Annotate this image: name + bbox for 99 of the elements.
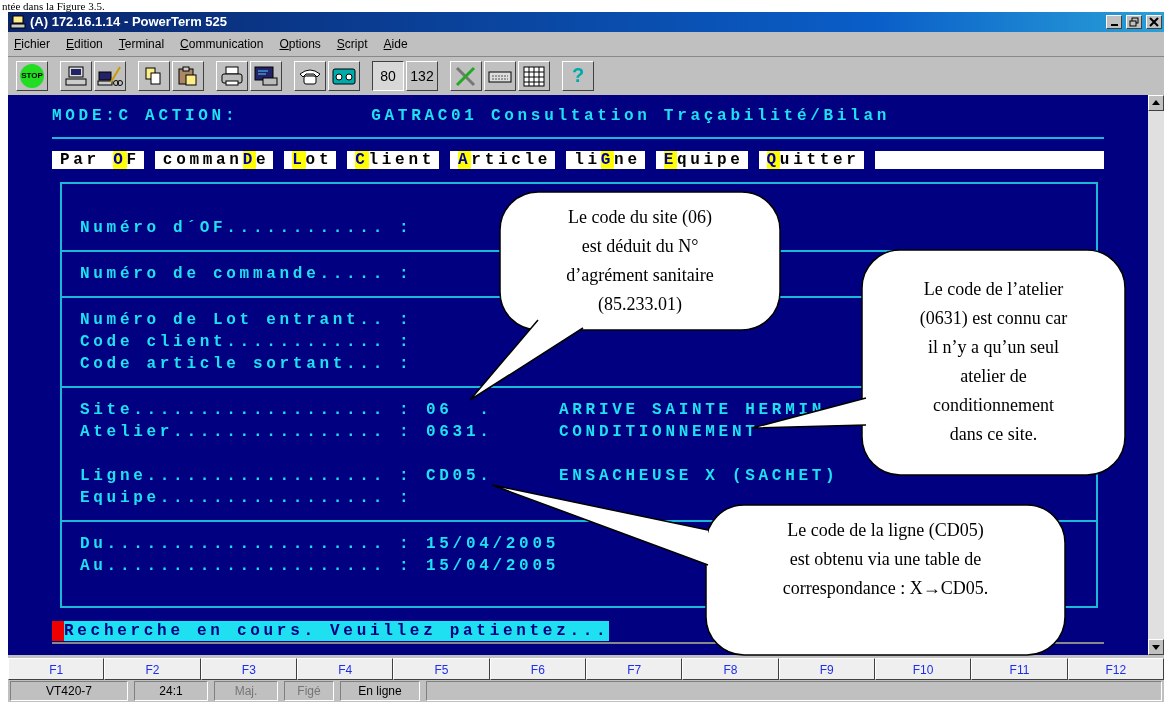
field-label: Code article sortant...: [80, 353, 387, 375]
status-field: Figé: [284, 681, 334, 701]
scroll-down-icon: [1152, 644, 1160, 650]
status-field: VT420-7: [10, 681, 128, 701]
colon: :: [399, 421, 414, 443]
action-key[interactable]: li G ne: [566, 150, 645, 169]
field-value: CD05.: [426, 465, 494, 487]
function-key[interactable]: F6: [489, 658, 586, 680]
minimize-button[interactable]: [1106, 14, 1122, 29]
colon: :: [399, 555, 414, 577]
colon: :: [399, 353, 414, 375]
function-key[interactable]: F1: [8, 658, 105, 680]
colon: :: [399, 217, 414, 239]
cursor: [52, 620, 64, 641]
callout-text: Le code de la ligne (CD05) est obtenu via une table de correspondance : X→CD05.: [782, 519, 989, 601]
action-key[interactable]: comman D e: [154, 150, 274, 169]
field-label: Numéro de commande.....: [80, 263, 387, 285]
colon: :: [399, 263, 414, 285]
field-label: Du.....................: [80, 533, 387, 555]
computer-icon: [10, 14, 26, 29]
grid-button[interactable]: [518, 60, 550, 91]
computer-icon: [63, 63, 89, 88]
colon: :: [399, 309, 414, 331]
screen-print-icon: [253, 63, 279, 88]
cassette-button[interactable]: [328, 60, 360, 91]
field-label: Equipe.................: [80, 487, 387, 509]
field-value: 15/04/2005: [426, 555, 559, 577]
action-key[interactable]: A rticle: [450, 150, 556, 169]
scroll-up-icon: [1152, 100, 1160, 106]
function-key[interactable]: F2: [104, 658, 201, 680]
menu-item[interactable]: Fichier: [14, 36, 51, 51]
field-label: Site...................: [80, 399, 387, 421]
colon: :: [399, 465, 414, 487]
action-key[interactable]: Q uitter: [758, 150, 864, 169]
menu-item[interactable]: Terminal: [118, 36, 165, 51]
field-label: Numéro de Lot entrant..: [80, 309, 387, 331]
colon: :: [399, 533, 414, 555]
column-mode-button[interactable]: 80: [372, 60, 404, 91]
function-key[interactable]: F11: [971, 658, 1068, 680]
function-key[interactable]: F9: [778, 658, 875, 680]
computer-button[interactable]: [60, 60, 92, 91]
function-key[interactable]: F12: [1067, 658, 1164, 680]
menu-item[interactable]: Aide: [383, 36, 408, 51]
close-button[interactable]: [1146, 14, 1162, 29]
minimize-icon: [1110, 23, 1118, 26]
mode-label: MODE:C ACTION:: [52, 105, 239, 127]
menu-item[interactable]: Options: [279, 36, 321, 51]
menu-item[interactable]: Communication: [180, 36, 264, 51]
field-description: CONDITIONNEMENT: [559, 421, 759, 443]
colon: :: [399, 399, 414, 421]
document-text: ntée dans la Figure 3.5.: [1, 0, 106, 12]
status-message: Recherche en cours. Veuillez patientez...: [64, 620, 610, 641]
action-key[interactable]: Par O F: [52, 150, 144, 169]
grid-icon: [521, 63, 547, 88]
field-description: ENSACHEUSE X (SACHET): [559, 465, 839, 487]
field-label: Au.....................: [80, 555, 387, 577]
function-key[interactable]: F8: [682, 658, 779, 680]
tools-button[interactable]: [450, 60, 482, 91]
function-key[interactable]: F4: [297, 658, 394, 680]
field-value: 15/04/2005: [426, 533, 559, 555]
function-key[interactable]: F3: [200, 658, 297, 680]
command-field[interactable]: [874, 150, 1104, 169]
status-field: En ligne: [340, 681, 420, 701]
restore-button[interactable]: [1126, 14, 1142, 29]
function-key[interactable]: F5: [393, 658, 490, 680]
printer-icon: [219, 63, 245, 88]
menu-item[interactable]: Script: [336, 36, 368, 51]
function-key[interactable]: F10: [874, 658, 972, 680]
field-value: 06 .: [426, 399, 494, 421]
telephone-button[interactable]: [294, 60, 326, 91]
computer-scissors-button[interactable]: [94, 60, 126, 91]
keyboard-button[interactable]: [484, 60, 516, 91]
copy-button[interactable]: [138, 60, 170, 91]
paste-button[interactable]: [172, 60, 204, 91]
action-key[interactable]: L ot: [284, 150, 337, 169]
action-key[interactable]: C lient: [347, 150, 440, 169]
function-key[interactable]: F7: [585, 658, 683, 680]
printer-button[interactable]: [216, 60, 248, 91]
restore-icon: [1129, 16, 1139, 27]
menu-item[interactable]: Edition: [66, 36, 103, 51]
field-label: Numéro d´OF............: [80, 217, 387, 239]
colon: :: [399, 331, 414, 353]
scrollbar[interactable]: [1148, 94, 1164, 655]
close-icon: [1149, 16, 1159, 27]
field-label: Ligne..................: [80, 465, 387, 487]
column-mode-button[interactable]: 132: [406, 60, 438, 91]
field-value: 0631.: [426, 421, 494, 443]
stop-button[interactable]: STOP: [16, 60, 48, 91]
status-field: 24:1: [134, 681, 208, 701]
field-label: Code client............: [80, 331, 387, 353]
callout-text: Le code de l’atelier (0631) est connu car il n’y a qu’un seul atelier de conditionnement dans ce site.: [919, 278, 1068, 447]
screen-title: GATRAC01 Consultation Traçabilité/Bilan: [371, 105, 890, 127]
action-key[interactable]: E quipe: [655, 150, 748, 169]
status-field: Maj.: [214, 681, 278, 701]
callout-text: Le code du site (06) est déduit du N° d’agrément sanitaire (85.233.01): [566, 205, 714, 316]
colon: :: [399, 487, 414, 509]
field-label: Atelier................: [80, 421, 387, 443]
window-title: (A) 172.16.1.14 - PowerTerm 525: [30, 14, 229, 30]
screen-print-button[interactable]: [250, 60, 282, 91]
